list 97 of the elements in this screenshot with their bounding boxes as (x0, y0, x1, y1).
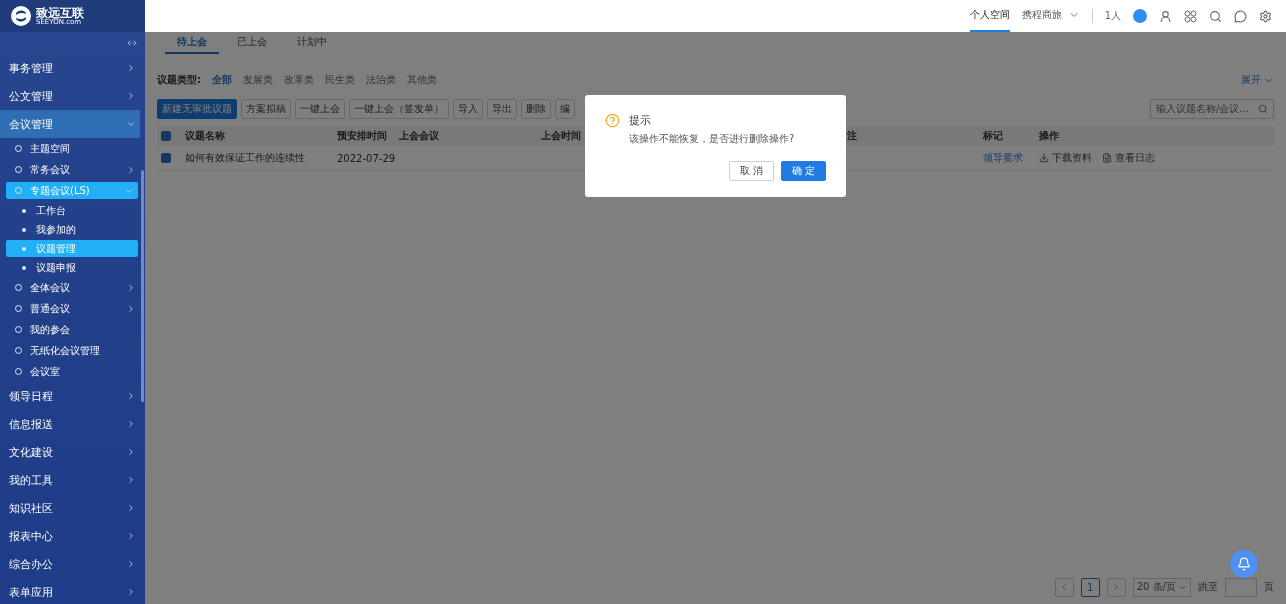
chevron-right-icon (126, 282, 136, 293)
sidebar-item[interactable]: 报表中心 (0, 522, 140, 550)
tab[interactable]: 计划中 (285, 32, 339, 54)
sidebar-item[interactable]: 主题空间 (0, 138, 140, 159)
chevron-right-icon (126, 391, 136, 401)
sidebar-item[interactable]: 会议室 (0, 361, 140, 382)
sidebar-item[interactable]: 工作台 (6, 202, 138, 219)
page-size-select[interactable]: 20 条/页 (1132, 577, 1191, 597)
tab[interactable]: 待上会 (165, 32, 219, 54)
bullet-icon (22, 227, 26, 232)
bullet-icon (22, 246, 26, 251)
column-header: 注 (843, 126, 979, 146)
logo-name: 致远互联 (36, 6, 84, 19)
collapse-icon[interactable] (127, 38, 137, 48)
bullet-icon (22, 208, 26, 213)
sidebar-item[interactable]: 文化建设 (0, 438, 140, 466)
chevron-right-icon (126, 503, 136, 513)
sidebar-item[interactable]: 我的参会 (0, 319, 140, 340)
header-tab[interactable]: 携程商旅 (1021, 0, 1080, 32)
chevron-right-icon (126, 303, 136, 314)
chat-icon[interactable] (1234, 9, 1247, 23)
chevron-right-icon (126, 587, 136, 597)
dialog-message: 该操作不能恢复，是否进行删除操作? (629, 132, 796, 146)
avatar-badge (1133, 9, 1147, 23)
filter-option[interactable]: 全部 (212, 73, 232, 87)
filter-option[interactable]: 改革类 (284, 73, 314, 87)
search-icon[interactable] (1209, 9, 1222, 23)
sidebar-item[interactable]: 无纸化会议管理 (0, 340, 140, 361)
sidebar-item[interactable]: 领导日程 (0, 382, 140, 410)
sidebar-item[interactable]: 会议管理 (0, 110, 140, 138)
column-header: 议题名称 (181, 126, 333, 146)
column-header: 预安排时间 (333, 126, 395, 146)
sidebar-item[interactable]: 事务管理 (0, 54, 140, 82)
filter-option[interactable]: 民生类 (325, 73, 355, 87)
filter-label: 议题类型: (157, 73, 201, 87)
chevron-right-icon (126, 63, 136, 73)
toolbar-button[interactable]: 编 (555, 99, 575, 119)
toolbar-button[interactable]: 删除 (521, 99, 551, 119)
bullet-icon (22, 265, 26, 270)
chevron-down-icon (126, 119, 136, 129)
expand-link[interactable]: 展开 (1241, 73, 1274, 87)
bell-icon (1237, 557, 1251, 571)
filter-option[interactable]: 其他类 (407, 73, 437, 87)
filter-option[interactable]: 法治类 (366, 73, 396, 87)
dialog-button[interactable]: 取 消 (728, 161, 774, 181)
sidebar-item[interactable]: 公文管理 (0, 82, 140, 110)
settings-icon[interactable] (1259, 9, 1272, 23)
chevron-right-icon (126, 447, 136, 457)
sidebar-item[interactable]: 知识社区 (0, 494, 140, 522)
sidebar-item[interactable]: 全体会议 (0, 277, 140, 298)
chevron-right-icon (126, 475, 136, 485)
logo-icon (10, 5, 32, 27)
row-checkbox[interactable] (161, 153, 171, 163)
chevron-right-icon (126, 91, 136, 101)
toolbar-button[interactable]: 导出 (487, 99, 517, 119)
sidebar-item[interactable]: 表单应用 (0, 578, 140, 604)
toolbar-button[interactable]: 新建无审批议题 (157, 99, 237, 119)
sidebar-item[interactable]: 专题会议(LS) (6, 182, 138, 199)
tab[interactable]: 已上会 (225, 32, 279, 54)
dialog-title: 提示 (629, 113, 651, 128)
search-icon (1258, 104, 1268, 114)
chevron-right-icon (126, 559, 136, 569)
page-input[interactable] (1225, 577, 1257, 597)
dialog-button[interactable]: 确 定 (780, 161, 826, 181)
question-icon (605, 113, 620, 128)
action-link[interactable]: 查看日志 (1102, 151, 1155, 165)
jump-label: 跳至 (1198, 580, 1218, 594)
sidebar-item[interactable]: 我的工具 (0, 466, 140, 494)
table-cell: 如何有效保证工作的连续性 (181, 146, 333, 171)
column-header: 标记 (979, 126, 1035, 146)
chevron-right-icon (126, 419, 136, 429)
search-field[interactable]: 输入议题名称/会议... (1150, 99, 1274, 119)
chevron-right-icon (126, 531, 136, 541)
user-icon[interactable] (1159, 9, 1172, 23)
mark-link[interactable]: 领导要求 (983, 151, 1023, 165)
sidebar-item[interactable]: 信息报送 (0, 410, 140, 438)
table-cell: 2022-07-29 (333, 146, 395, 171)
document-icon (1102, 153, 1112, 163)
column-header: 操作 (1035, 126, 1274, 146)
sidebar-item[interactable]: 普通会议 (0, 298, 140, 319)
page-button[interactable]: 1 (1080, 577, 1100, 597)
column-header: 上会会议 (395, 126, 537, 146)
chevron-right-icon (126, 164, 136, 175)
toolbar-button[interactable]: 导入 (453, 99, 483, 119)
filter-option[interactable]: 发展类 (243, 73, 273, 87)
sidebar-item[interactable]: 议题申报 (6, 259, 138, 276)
sidebar-item[interactable]: 综合办公 (0, 550, 140, 578)
apps-icon[interactable] (1184, 9, 1197, 23)
sidebar-item[interactable]: 常务会议 (0, 159, 140, 180)
toolbar-button[interactable]: 方案拟稿 (241, 99, 291, 119)
sidebar-item[interactable]: 我参加的 (6, 221, 138, 238)
action-link[interactable]: 下载资料 (1039, 151, 1092, 165)
select-all-checkbox[interactable] (161, 130, 171, 141)
page-unit: 页 (1264, 580, 1274, 594)
online-count: 1人 (1104, 9, 1121, 23)
sidebar-item[interactable]: 议题管理 (6, 240, 138, 257)
download-icon (1039, 153, 1049, 163)
